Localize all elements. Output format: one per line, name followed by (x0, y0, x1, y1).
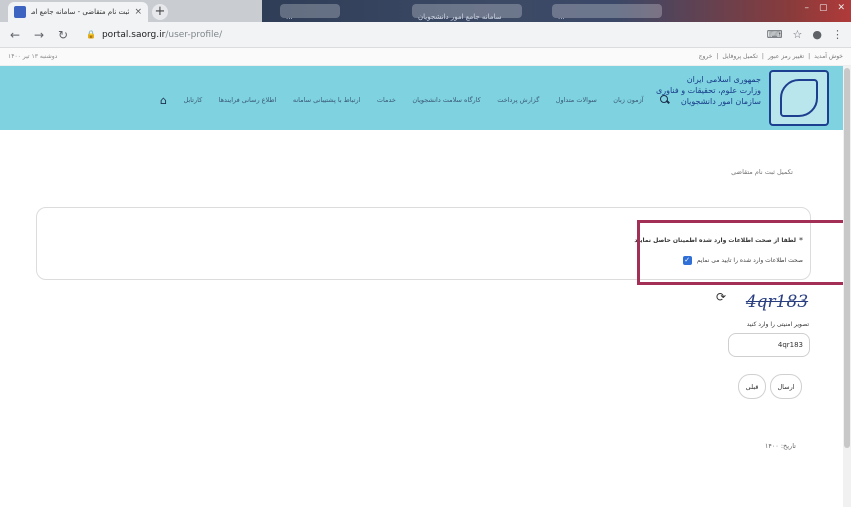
captcha-input[interactable] (728, 333, 810, 357)
site-header: جمهوری اسلامی ایران وزارت علوم، تحقیقات … (0, 66, 851, 130)
maximize-icon[interactable]: ▢ (819, 3, 828, 13)
previous-button[interactable]: قبلی (738, 374, 766, 399)
window-controls: – ▢ ✕ (804, 3, 845, 13)
scrollbar-thumb[interactable] (844, 68, 850, 448)
date-text: دوشنبه ۱۳ تیر ۱۴۰۰ (8, 53, 58, 60)
page-top-strip: دوشنبه ۱۳ تیر ۱۴۰۰ خوش آمدید | تغییر رمز … (0, 48, 851, 66)
nav-item-support[interactable]: ارتباط با پشتیبانی سامانه (293, 96, 361, 104)
confirm-label: صحت اطلاعات وارد شده را تایید می نمایم (696, 257, 803, 264)
required-notice: * لطفا از صحت اطلاعات وارد شده اطمینان ح… (634, 236, 803, 245)
inactive-tab[interactable]: ... (280, 4, 340, 21)
browser-toolbar: ← → ↻ 🔒 portal.saorg.ir/user-profile/ ⌨ … (0, 22, 851, 48)
forward-icon[interactable]: → (32, 28, 46, 42)
logout-link[interactable]: خروج (699, 53, 713, 60)
search-icon[interactable] (660, 95, 670, 105)
new-tab-button[interactable]: + (152, 4, 168, 20)
profile-icon[interactable]: ● (812, 28, 822, 41)
site-favicon-icon (14, 6, 26, 18)
menu-icon[interactable]: ⋮ (832, 28, 843, 41)
main-nav: ⌂ کارتابل اطلاع رسانی فرایندها ارتباط با… (160, 92, 670, 108)
nav-item-cartable[interactable]: کارتابل (183, 96, 202, 104)
complete-profile-link[interactable]: تکمیل پروفایل (722, 53, 758, 60)
captcha-text: 4qr183 (745, 292, 809, 312)
home-icon[interactable]: ⌂ (160, 94, 167, 107)
captcha-label: تصویر امنیتی را وارد کنید (746, 321, 809, 328)
breadcrumb: تکمیل ثبت نام متقاضی (731, 168, 793, 176)
nav-item-faq[interactable]: سوالات متداول (556, 96, 597, 104)
translate-icon[interactable]: ⌨ (767, 28, 783, 41)
bookmark-star-icon[interactable]: ☆ (793, 28, 803, 41)
close-window-icon[interactable]: ✕ (837, 3, 845, 13)
captcha-image: 4qr183 (744, 291, 810, 313)
page-scrollbar[interactable] (843, 66, 851, 507)
inactive-tab[interactable]: سامانه جامع امور دانشجویان (412, 4, 522, 21)
minimize-icon[interactable]: – (804, 3, 809, 13)
welcome-text: خوش آمدید (814, 53, 843, 60)
org-logo[interactable] (769, 70, 829, 126)
confirm-checkbox[interactable]: ✓ (682, 256, 692, 265)
lock-icon: 🔒 (86, 30, 96, 39)
logo-mark-icon (780, 79, 818, 117)
reload-icon[interactable]: ↻ (56, 28, 70, 42)
refresh-captcha-icon[interactable]: ⟳ (716, 290, 726, 304)
user-links: خوش آمدید | تغییر رمز عبور | تکمیل پروفایل… (698, 53, 843, 60)
history-text: تاریخ: ۱۴۰۰ (764, 442, 796, 450)
inactive-tabs-area: ... سامانه جامع امور دانشجویان ... – ▢ ✕ (262, 0, 851, 22)
nav-item-process-info[interactable]: اطلاع رسانی فرایندها (219, 96, 277, 104)
browser-window: ثبت نام متقاضی - سامانه جامع امور دانشجو… (0, 0, 851, 507)
required-text: لطفا از صحت اطلاعات وارد شده اطمینان حاص… (634, 237, 796, 244)
toolbar-actions: ⌨ ☆ ● ⋮ (767, 28, 843, 41)
nav-item-services[interactable]: خدمات (377, 96, 396, 104)
url-text: portal.saorg.ir/user-profile/ (101, 29, 223, 40)
send-button[interactable]: ارسال (770, 374, 802, 399)
nav-item-health-workshop[interactable]: کارگاه سلامت دانشجویان (412, 96, 480, 104)
back-icon[interactable]: ← (8, 28, 22, 42)
tab-bar: ثبت نام متقاضی - سامانه جامع امور دانشجو… (0, 0, 851, 22)
required-star: * (799, 236, 803, 245)
change-password-link[interactable]: تغییر رمز عبور (768, 53, 804, 60)
nav-item-payment-report[interactable]: گزارش پرداخت (497, 96, 539, 104)
tab-title: ثبت نام متقاضی - سامانه جامع امور دانشجو… (31, 8, 130, 16)
inactive-tab[interactable]: ... (552, 4, 662, 21)
address-bar[interactable]: 🔒 portal.saorg.ir/user-profile/ (80, 25, 757, 45)
nav-item-language-test[interactable]: آزمون زبان (613, 96, 643, 104)
close-tab-icon[interactable]: × (134, 7, 142, 17)
confirm-checkbox-row[interactable]: صحت اطلاعات وارد شده را تایید می نمایم ✓ (682, 256, 803, 265)
active-tab[interactable]: ثبت نام متقاضی - سامانه جامع امور دانشجو… (8, 2, 148, 22)
